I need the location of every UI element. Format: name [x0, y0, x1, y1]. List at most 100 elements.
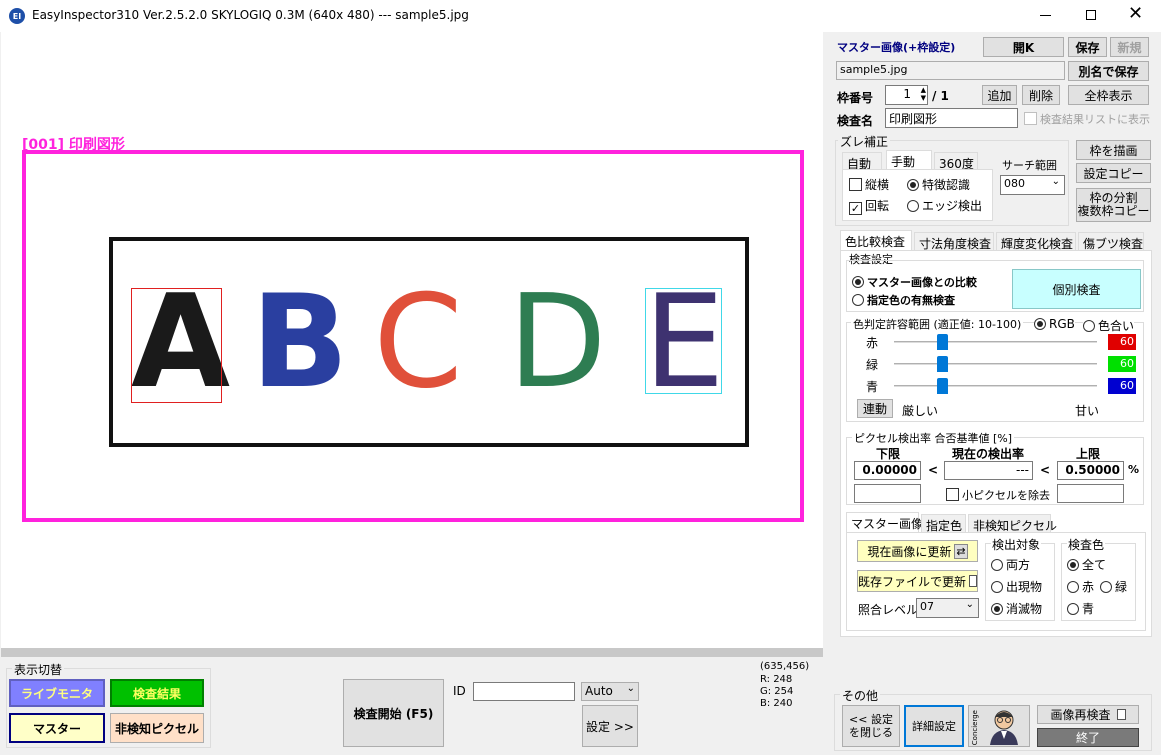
exit-button[interactable]: 終了 — [1037, 728, 1139, 747]
green-color-radio-icon — [1100, 581, 1112, 593]
inspect-name-label: 検査名 — [837, 114, 874, 128]
result-list-check-icon — [1024, 112, 1037, 125]
close-icon[interactable]: ✕ — [1128, 4, 1143, 24]
blue-slider-thumb[interactable] — [937, 378, 948, 394]
rgb-radio-icon — [1034, 318, 1046, 330]
blue-label: 青 — [866, 380, 879, 394]
rgb-radio[interactable]: RGB — [1034, 317, 1075, 331]
tab-scratch[interactable]: 傷ブツ検査 — [1078, 232, 1144, 251]
vanish-radio[interactable]: 消滅物 — [991, 600, 1042, 617]
edge-label: エッジ検出 — [922, 199, 983, 213]
sub-frame-red[interactable] — [131, 288, 222, 403]
maximize-icon[interactable] — [1086, 10, 1096, 20]
individual-inspect-button[interactable]: 個別検査 — [1012, 269, 1141, 309]
lower-input[interactable]: 0.00000 — [854, 461, 921, 480]
red-value: 60 — [1108, 334, 1136, 350]
auto-value: Auto — [585, 684, 613, 698]
green-slider-thumb[interactable] — [937, 356, 948, 372]
tab-brightness[interactable]: 輝度変化検査 — [996, 232, 1076, 251]
pixel-r: R: 248 — [760, 674, 793, 685]
split-frame-button[interactable]: 枠の分割 複数枠コピー — [1076, 188, 1151, 222]
update-current-button[interactable]: 現在画像に更新 ⇄ — [857, 540, 978, 562]
rotate-check-icon: ✓ — [849, 202, 862, 215]
color-presence-radio-icon — [852, 294, 864, 306]
green-color-radio[interactable]: 緑 — [1100, 578, 1127, 595]
pixel-b: B: 240 — [760, 698, 793, 709]
hue-radio[interactable]: 色合い — [1083, 317, 1135, 334]
remove-small-checkbox[interactable]: 小ピクセルを除去 — [946, 487, 1050, 503]
both-radio[interactable]: 両方 — [991, 556, 1030, 573]
search-range-select[interactable]: 080 ⌄ — [1000, 175, 1065, 195]
red-slider-track[interactable] — [894, 341, 1097, 343]
link-button[interactable]: 連動 — [857, 399, 893, 418]
copy-settings-button[interactable]: 設定コピー — [1076, 163, 1151, 183]
remove-small-check-icon — [946, 488, 959, 501]
upper-input[interactable]: 0.50000 — [1057, 461, 1124, 480]
blue-slider-track[interactable] — [894, 385, 1097, 387]
start-inspection-button[interactable]: 検査開始 (F5) — [343, 679, 444, 747]
tab-360[interactable]: 360度 — [934, 152, 978, 171]
master-button[interactable]: マスター — [9, 713, 105, 743]
tab-non-detect[interactable]: 非検知ピクセル — [968, 514, 1057, 533]
app-icon: EI — [9, 8, 25, 24]
rotate-checkbox[interactable]: ✓ 回転 — [849, 197, 889, 215]
save-button[interactable]: 保存 — [1068, 37, 1107, 57]
lower-extra-field[interactable] — [854, 484, 921, 503]
reinspect-button[interactable]: 画像再検査 — [1037, 705, 1139, 724]
viewport-scrollbar[interactable] — [1, 648, 823, 657]
hue-label: 色合い — [1098, 319, 1135, 333]
result-button[interactable]: 検査結果 — [110, 679, 204, 707]
blue-color-radio[interactable]: 青 — [1067, 600, 1094, 617]
tab-manual[interactable]: 手動 — [886, 150, 932, 170]
both-radio-icon — [991, 559, 1003, 571]
tab-auto[interactable]: 自動 — [842, 152, 882, 171]
delete-frame-button[interactable]: 削除 — [1022, 85, 1060, 105]
image-viewport[interactable]: [001] 印刷図形 A B C D E — [1, 32, 823, 648]
tab-color-compare[interactable]: 色比較検査 — [840, 230, 912, 251]
frame-total: / 1 — [932, 89, 949, 103]
vert-horiz-checkbox[interactable]: 縦横 — [849, 176, 889, 193]
auto-select[interactable]: Auto ⌄ — [581, 682, 639, 701]
spinner-arrows-icon[interactable]: ▲ ▼ — [921, 86, 926, 102]
loose-label: 甘い — [1075, 404, 1100, 418]
concierge-button[interactable]: Concierge — [968, 705, 1030, 747]
tab-specified-color[interactable]: 指定色 — [921, 514, 966, 533]
result-list-checkbox[interactable]: 検査結果リストに表示 — [1024, 111, 1150, 127]
all-color-radio[interactable]: 全て — [1067, 556, 1106, 573]
live-monitor-button[interactable]: ライブモニタ — [9, 679, 105, 707]
open-button[interactable]: 開K — [983, 37, 1064, 57]
color-presence-radio[interactable]: 指定色の有無検査 — [852, 292, 955, 308]
tab-dimension[interactable]: 寸法角度検査 — [914, 232, 994, 251]
green-slider-track[interactable] — [894, 363, 1097, 365]
compare-master-radio[interactable]: マスター画像との比較 — [852, 274, 977, 290]
upper-extra-field[interactable] — [1057, 484, 1124, 503]
match-level-select[interactable]: 07 ⌄ — [916, 598, 979, 618]
red-color-radio[interactable]: 赤 — [1067, 578, 1094, 595]
detail-settings-button[interactable]: 詳細設定 — [904, 705, 964, 747]
update-file-button[interactable]: 既存ファイルで更新 — [857, 570, 978, 592]
reinspect-label: 画像再検査 — [1050, 708, 1111, 722]
other-label: その他 — [840, 687, 881, 704]
red-slider-thumb[interactable] — [937, 334, 948, 350]
show-all-frames-button[interactable]: 全枠表示 — [1068, 85, 1149, 105]
filename-field[interactable]: sample5.jpg — [836, 61, 1065, 80]
inspect-name-input[interactable]: 印刷図形 — [885, 108, 1018, 128]
non-detect-button[interactable]: 非検知ピクセル — [110, 713, 204, 743]
upper-label: 上限 — [1076, 447, 1101, 461]
add-frame-button[interactable]: 追加 — [982, 85, 1017, 105]
minimize-icon[interactable] — [1040, 15, 1051, 16]
frame-number-spinner[interactable]: 1 ▲ ▼ — [885, 85, 928, 105]
new-button[interactable]: 新規 — [1110, 37, 1149, 57]
feature-radio[interactable]: 特徴認識 — [907, 176, 970, 193]
tab-master-image[interactable]: マスター画像 — [846, 512, 923, 533]
edge-radio[interactable]: エッジ検出 — [907, 197, 982, 214]
chevron-down-icon: ⌄ — [626, 683, 635, 694]
save-as-button[interactable]: 別名で保存 — [1068, 61, 1149, 81]
appear-radio[interactable]: 出現物 — [991, 578, 1042, 595]
master-image-title: マスター画像(+枠設定) — [837, 41, 956, 54]
settings-button[interactable]: 設定 >> — [582, 705, 638, 747]
draw-frame-button[interactable]: 枠を描画 — [1076, 140, 1151, 160]
id-input[interactable] — [473, 682, 575, 701]
sub-frame-cyan[interactable] — [645, 288, 722, 394]
close-settings-button[interactable]: << 設定 を閉じる — [842, 705, 900, 747]
